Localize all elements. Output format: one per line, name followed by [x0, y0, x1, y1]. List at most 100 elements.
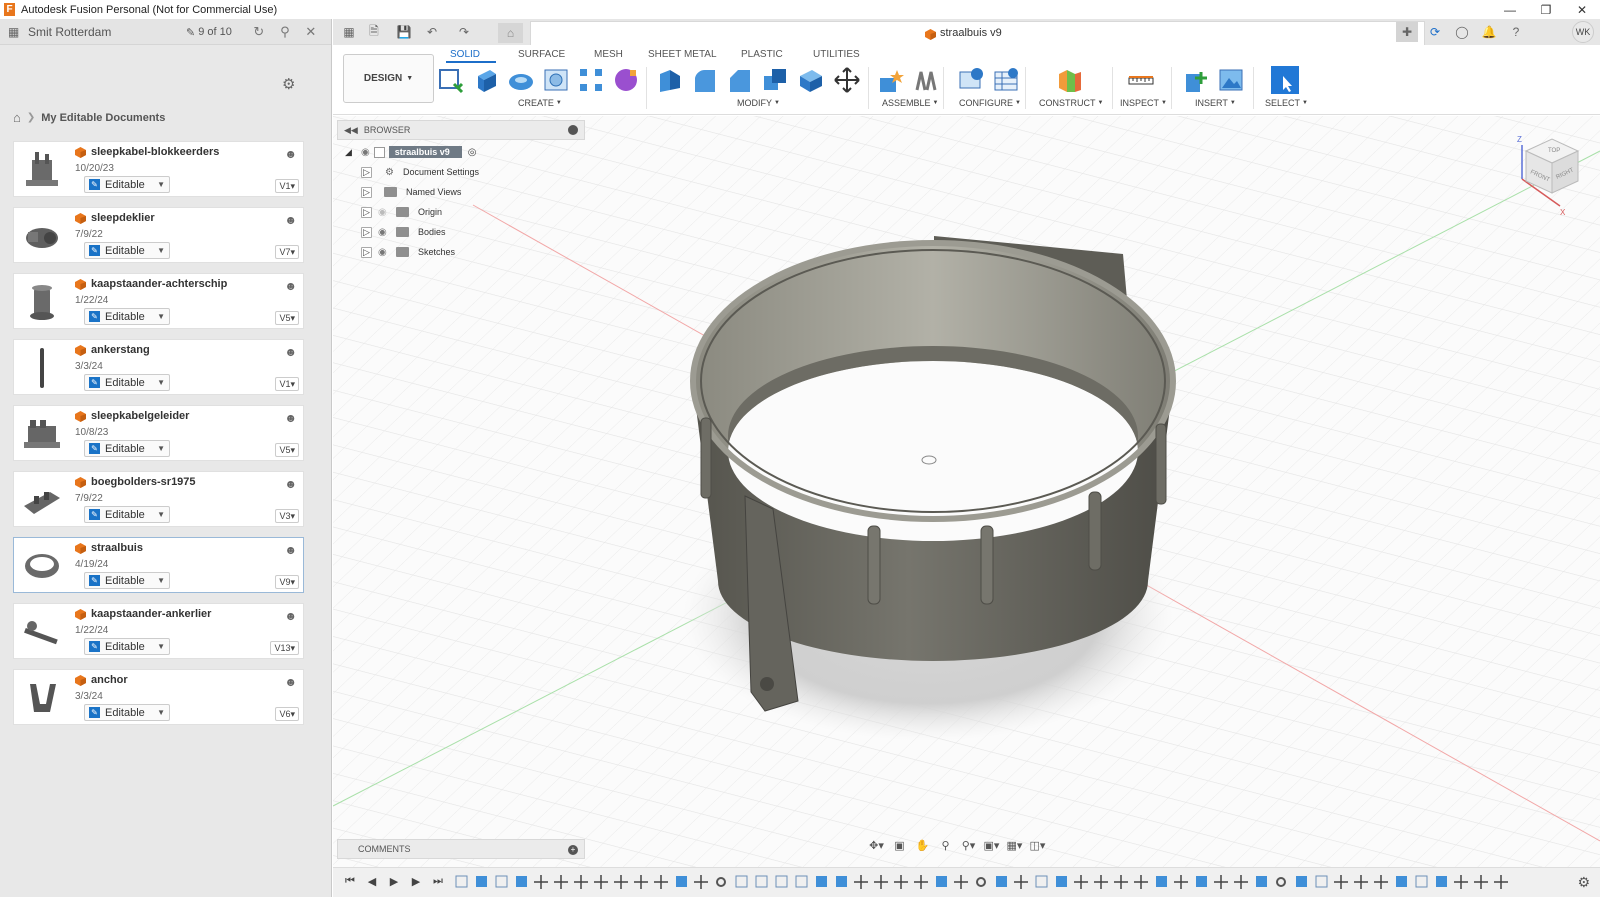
- timeline-feature-strip[interactable]: [453, 873, 1533, 891]
- document-card[interactable]: ankerstang 3/3/24 ✎ Editable ▼ ☻ V1▾: [13, 339, 304, 395]
- timeline-feature[interactable]: [735, 875, 748, 888]
- refresh-icon[interactable]: ↻: [246, 19, 272, 45]
- timeline-feature[interactable]: [455, 875, 468, 888]
- document-thumbnail[interactable]: [20, 610, 64, 654]
- timeline-feature[interactable]: [1074, 875, 1088, 889]
- grid-settings-icon[interactable]: ▦▾: [1004, 836, 1025, 854]
- document-name[interactable]: kaapstaander-achterschip: [91, 278, 227, 290]
- document-name[interactable]: straalbuis: [91, 542, 143, 554]
- browser-root[interactable]: ◢ ◉ straalbuis v9 ◎: [345, 144, 477, 160]
- eye-hidden-icon[interactable]: ◉: [378, 207, 390, 218]
- document-name[interactable]: sleepkabel-blokkeerders: [91, 146, 219, 158]
- share-people-icon[interactable]: ☻: [284, 345, 297, 359]
- document-card[interactable]: sleepkabelgeleider 10/8/23 ✎ Editable ▼ …: [13, 405, 304, 461]
- viewcube[interactable]: TOP FRONT RIGHT Z X: [1508, 131, 1590, 221]
- tab-straalbuis[interactable]: straalbuis v9 ✕: [530, 21, 1425, 45]
- tab-mesh[interactable]: MESH: [594, 49, 623, 60]
- timeline-feature[interactable]: [936, 876, 947, 887]
- timeline-feature[interactable]: [755, 875, 768, 888]
- expand-icon[interactable]: ▷: [361, 206, 372, 218]
- timeline-feature[interactable]: [1474, 875, 1488, 889]
- help-icon[interactable]: ?: [1505, 22, 1527, 42]
- document-thumbnail[interactable]: [20, 544, 64, 588]
- document-card[interactable]: anchor 3/3/24 ✎ Editable ▼ ☻ V6▾: [13, 669, 304, 725]
- expand-icon[interactable]: ▷: [361, 166, 372, 178]
- timeline-feature[interactable]: [996, 876, 1007, 887]
- pan-icon[interactable]: ✋: [912, 836, 933, 854]
- joint-icon[interactable]: [912, 66, 940, 94]
- hole-icon[interactable]: [542, 66, 570, 94]
- fillet-icon[interactable]: [691, 66, 719, 94]
- timeline-feature[interactable]: [516, 876, 527, 887]
- document-name[interactable]: anchor: [91, 674, 128, 686]
- timeline-feature[interactable]: [1436, 876, 1447, 887]
- editable-dropdown[interactable]: ✎ Editable ▼: [84, 572, 170, 589]
- version-dropdown[interactable]: V9▾: [275, 575, 299, 589]
- play-icon[interactable]: ▶: [387, 875, 401, 888]
- timeline-feature[interactable]: [1234, 875, 1248, 889]
- offset-plane-icon[interactable]: [1055, 66, 1083, 94]
- version-dropdown[interactable]: V7▾: [275, 245, 299, 259]
- insert-canvas-icon[interactable]: [1217, 66, 1245, 94]
- configure-table-icon[interactable]: [992, 66, 1020, 94]
- document-thumbnail[interactable]: [20, 478, 64, 522]
- step-back-icon[interactable]: ◀: [365, 875, 379, 888]
- timeline-feature[interactable]: [1035, 875, 1048, 888]
- look-at-icon[interactable]: ▣: [889, 836, 910, 854]
- timeline-feature[interactable]: [1396, 876, 1407, 887]
- document-thumbnail[interactable]: [20, 346, 64, 390]
- document-card[interactable]: sleepkabel-blokkeerders 10/20/23 ✎ Edita…: [13, 141, 304, 197]
- group-menu-assemble[interactable]: ASSEMBLE ▼: [882, 98, 938, 108]
- go-to-start-icon[interactable]: ⏮: [343, 875, 357, 888]
- expand-icon[interactable]: ▷: [361, 226, 372, 238]
- document-name[interactable]: sleepkabelgeleider: [91, 410, 189, 422]
- browser-item-origin[interactable]: ▷ ◉ Origin: [361, 204, 442, 220]
- tab-surface[interactable]: SURFACE: [518, 49, 565, 60]
- redo-icon[interactable]: ↷: [453, 22, 475, 42]
- document-thumbnail[interactable]: [20, 280, 64, 324]
- tab-utilities[interactable]: UTILITIES: [813, 49, 860, 60]
- timeline-feature[interactable]: [476, 876, 487, 887]
- share-people-icon[interactable]: ☻: [284, 675, 297, 689]
- document-thumbnail[interactable]: [20, 676, 64, 720]
- collapse-icon[interactable]: ◀◀: [344, 125, 358, 136]
- document-count[interactable]: ✎ 9 of 10: [186, 26, 246, 39]
- share-people-icon[interactable]: ☻: [284, 147, 297, 161]
- timeline-feature[interactable]: [1156, 876, 1167, 887]
- browser-root-name[interactable]: straalbuis v9: [388, 146, 462, 158]
- version-dropdown[interactable]: V5▾: [275, 311, 299, 325]
- timeline-feature[interactable]: [1014, 875, 1028, 889]
- fit-icon[interactable]: ⚲▾: [958, 836, 979, 854]
- editable-dropdown[interactable]: ✎ Editable ▼: [84, 242, 170, 259]
- group-menu-insert[interactable]: INSERT ▼: [1195, 98, 1236, 108]
- version-dropdown[interactable]: V3▾: [275, 509, 299, 523]
- orbit-icon[interactable]: ✥▾: [866, 836, 887, 854]
- undo-icon[interactable]: ↶: [421, 22, 443, 42]
- timeline-feature[interactable]: [1454, 875, 1468, 889]
- move-copy-icon[interactable]: [833, 66, 861, 94]
- share-people-icon[interactable]: ☻: [284, 543, 297, 557]
- zoom-icon[interactable]: ⚲: [935, 836, 956, 854]
- new-component-icon[interactable]: [877, 66, 905, 94]
- browser-minimize-icon[interactable]: [568, 125, 578, 135]
- document-card[interactable]: sleepdeklier 7/9/22 ✎ Editable ▼ ☻ V7▾: [13, 207, 304, 263]
- document-card[interactable]: straalbuis 4/19/24 ✎ Editable ▼ ☻ V9▾: [13, 537, 304, 593]
- notifications-icon[interactable]: 🔔: [1478, 22, 1500, 42]
- document-thumbnail[interactable]: [20, 148, 64, 192]
- version-dropdown[interactable]: V1▾: [275, 377, 299, 391]
- document-name[interactable]: sleepdeklier: [91, 212, 155, 224]
- save-icon[interactable]: 💾: [393, 22, 415, 42]
- group-menu-modify[interactable]: MODIFY ▼: [737, 98, 780, 108]
- editable-dropdown[interactable]: ✎ Editable ▼: [84, 176, 170, 193]
- home-icon[interactable]: ⌂: [13, 110, 21, 125]
- timeline-feature[interactable]: [1494, 875, 1508, 889]
- timeline-feature[interactable]: [1114, 875, 1128, 889]
- job-status-icon[interactable]: ⟳: [1424, 22, 1446, 42]
- share-people-icon[interactable]: ☻: [284, 279, 297, 293]
- timeline-feature[interactable]: [634, 875, 648, 889]
- group-menu-select[interactable]: SELECT ▼: [1265, 98, 1308, 108]
- timeline-feature[interactable]: [1276, 877, 1286, 887]
- tab-plastic[interactable]: PLASTIC: [741, 49, 783, 60]
- version-dropdown[interactable]: V13▾: [270, 641, 299, 655]
- timeline-feature[interactable]: [654, 875, 668, 889]
